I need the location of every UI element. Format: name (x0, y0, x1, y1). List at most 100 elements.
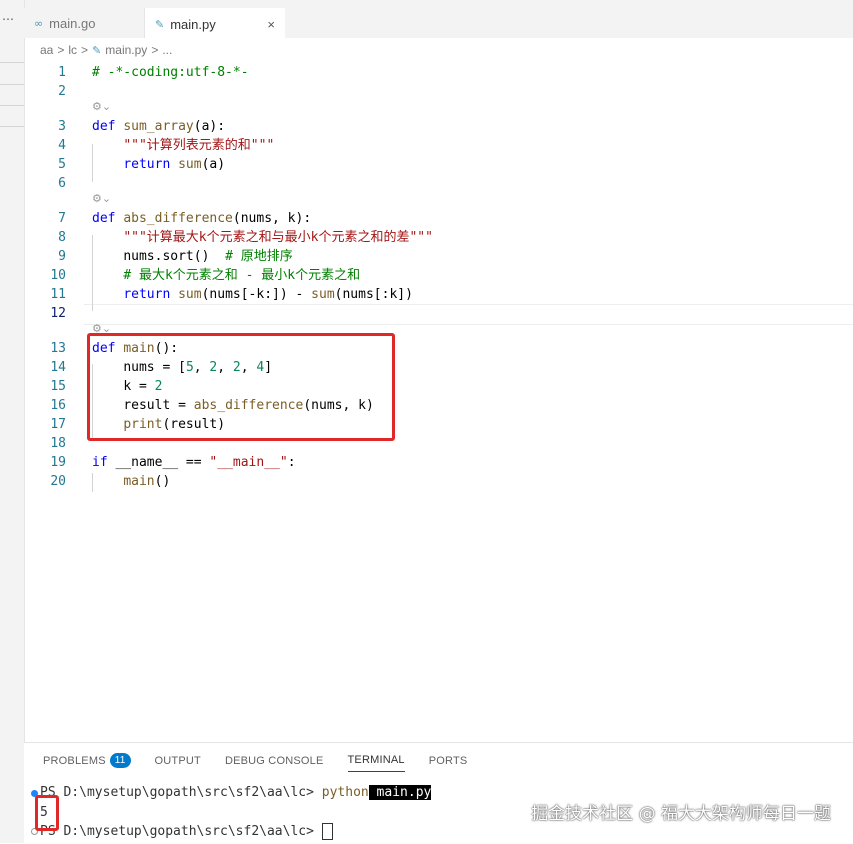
keyword: return (123, 287, 171, 302)
keyword: if (92, 455, 108, 470)
function-name: sum (311, 287, 335, 302)
code-line: def abs_difference(nums, k): (92, 209, 311, 228)
tab-label: OUTPUT (154, 754, 201, 767)
line-number: 13 (50, 341, 66, 356)
docstring: """计算最大k个元素之和与最小k个元素之和的差""" (123, 230, 433, 245)
terminal-argument: main.py (368, 785, 432, 800)
line-number: 5 (58, 157, 66, 172)
code-text: nums.sort() (123, 249, 210, 264)
line-number: 17 (50, 417, 66, 432)
watermark: 掘金技术社区 @ 福大大架构师每日一题 (531, 804, 831, 824)
breadcrumb: aa > lc > ✎ main.py > ... (24, 38, 853, 62)
keyword: def (92, 119, 116, 134)
sidebar-divider (0, 62, 24, 63)
tab-label: PROBLEMS (43, 754, 106, 767)
line-number: 10 (50, 268, 66, 283)
line-number: 7 (58, 211, 66, 226)
line-number: 3 (58, 119, 66, 134)
line-number: 15 (50, 379, 66, 394)
python-file-icon: ✎ (92, 43, 102, 57)
codelens-icon[interactable]: ⚙⌄ (92, 100, 111, 113)
editor-tab-bar: ∞ main.go ✎ main.py × (24, 8, 853, 39)
code-text: (nums[:k]) (334, 287, 413, 302)
current-line-highlight (84, 304, 853, 325)
activity-sidebar: ⋯ (0, 0, 25, 843)
title-strip (0, 0, 853, 8)
tab-debug-console[interactable]: DEBUG CONSOLE (225, 753, 324, 772)
terminal-cursor (321, 823, 333, 840)
comment: # -*-coding:utf-8-*- (92, 65, 249, 80)
code-line: nums.sort() # 原地排序 (92, 247, 293, 266)
docstring: """计算列表元素的和""" (123, 138, 275, 153)
code-line: """计算列表元素的和""" (92, 136, 274, 155)
chevron-right-icon: > (81, 43, 89, 57)
line-number: 1 (58, 65, 66, 80)
go-file-icon: ∞ (34, 16, 44, 30)
code-line: def sum_array(a): (92, 117, 225, 136)
comment: # 原地排序 (225, 249, 293, 264)
function-name: sum (178, 287, 202, 302)
tab-main-go[interactable]: ∞ main.go (24, 8, 145, 38)
tab-terminal[interactable]: TERMINAL (347, 753, 405, 772)
keyword: return (123, 157, 171, 172)
tab-output[interactable]: OUTPUT (155, 753, 201, 772)
code-editor[interactable]: 1 2 3 4 5 6 7 8 9 10 11 12 13 14 15 16 1… (24, 62, 853, 742)
tab-label: TERMINAL (347, 754, 405, 766)
close-icon[interactable]: × (267, 17, 275, 32)
tab-ports[interactable]: PORTS (429, 753, 468, 772)
highlight-box (87, 333, 395, 441)
tab-main-py[interactable]: ✎ main.py × (145, 8, 285, 39)
problems-badge: 11 (109, 753, 131, 768)
code-text: () (154, 474, 171, 489)
code-text: __name__ == (115, 455, 210, 470)
breadcrumb-symbol[interactable]: ... (162, 43, 172, 57)
breadcrumb-folder-lc[interactable]: lc (68, 43, 77, 57)
panel-tabs: PROBLEMS 11 OUTPUT DEBUG CONSOLE TERMINAL… (43, 753, 491, 772)
line-number: 6 (58, 176, 66, 191)
code-text: (a) (201, 157, 226, 172)
line-number: 19 (50, 455, 66, 470)
line-number: 11 (50, 287, 66, 302)
string: "__main__" (209, 455, 288, 470)
code-line: # -*-coding:utf-8-*- (92, 63, 249, 82)
sidebar-divider (0, 105, 24, 106)
code-text: (nums, k): (232, 211, 312, 226)
more-icon[interactable]: ⋯ (2, 12, 14, 26)
terminal-line: PS D:\mysetup\gopath\src\sf2\aa\lc> pyth… (40, 785, 432, 800)
code-line: # 最大k个元素之和 - 最小k个元素之和 (92, 266, 360, 285)
comment: # 最大k个元素之和 - 最小k个元素之和 (123, 268, 361, 283)
breadcrumb-file[interactable]: main.py (105, 43, 147, 57)
code-text: (nums[-k:]) - (201, 287, 312, 302)
tab-label: DEBUG CONSOLE (224, 754, 324, 767)
function-name: sum (178, 157, 202, 172)
line-number: 18 (50, 436, 66, 451)
breadcrumb-folder-aa[interactable]: aa (40, 43, 53, 57)
function-name: main (123, 474, 155, 489)
code-line: main() (92, 472, 170, 491)
terminal-line: PS D:\mysetup\gopath\src\sf2\aa\lc> (40, 823, 333, 840)
codelens-icon[interactable]: ⚙⌄ (92, 192, 111, 205)
function-name: abs_difference (123, 211, 233, 226)
tab-problems[interactable]: PROBLEMS 11 (43, 753, 131, 772)
tab-label: PORTS (428, 754, 468, 767)
code-line: return sum(a) (92, 155, 225, 174)
sidebar-divider (0, 126, 24, 127)
chevron-right-icon: > (57, 43, 65, 57)
code-line: return sum(nums[-k:]) - sum(nums[:k]) (92, 285, 413, 304)
line-number: 14 (50, 360, 66, 375)
python-file-icon: ✎ (155, 17, 165, 31)
code-text: : (287, 455, 296, 470)
tab-label: main.go (49, 15, 96, 31)
line-number: 16 (50, 398, 66, 413)
keyword: def (92, 211, 116, 226)
function-name: sum_array (123, 119, 194, 134)
code-text: (a): (193, 119, 226, 134)
terminal-command: python (321, 785, 369, 800)
terminal-prompt: PS D:\mysetup\gopath\src\sf2\aa\lc> (40, 824, 322, 839)
code-line: if __name__ == "__main__": (92, 453, 296, 472)
line-number: 2 (58, 84, 66, 99)
highlight-box (35, 795, 59, 831)
sidebar-divider (0, 84, 24, 85)
code-line: """计算最大k个元素之和与最小k个元素之和的差""" (92, 228, 433, 247)
line-number: 4 (58, 138, 66, 153)
